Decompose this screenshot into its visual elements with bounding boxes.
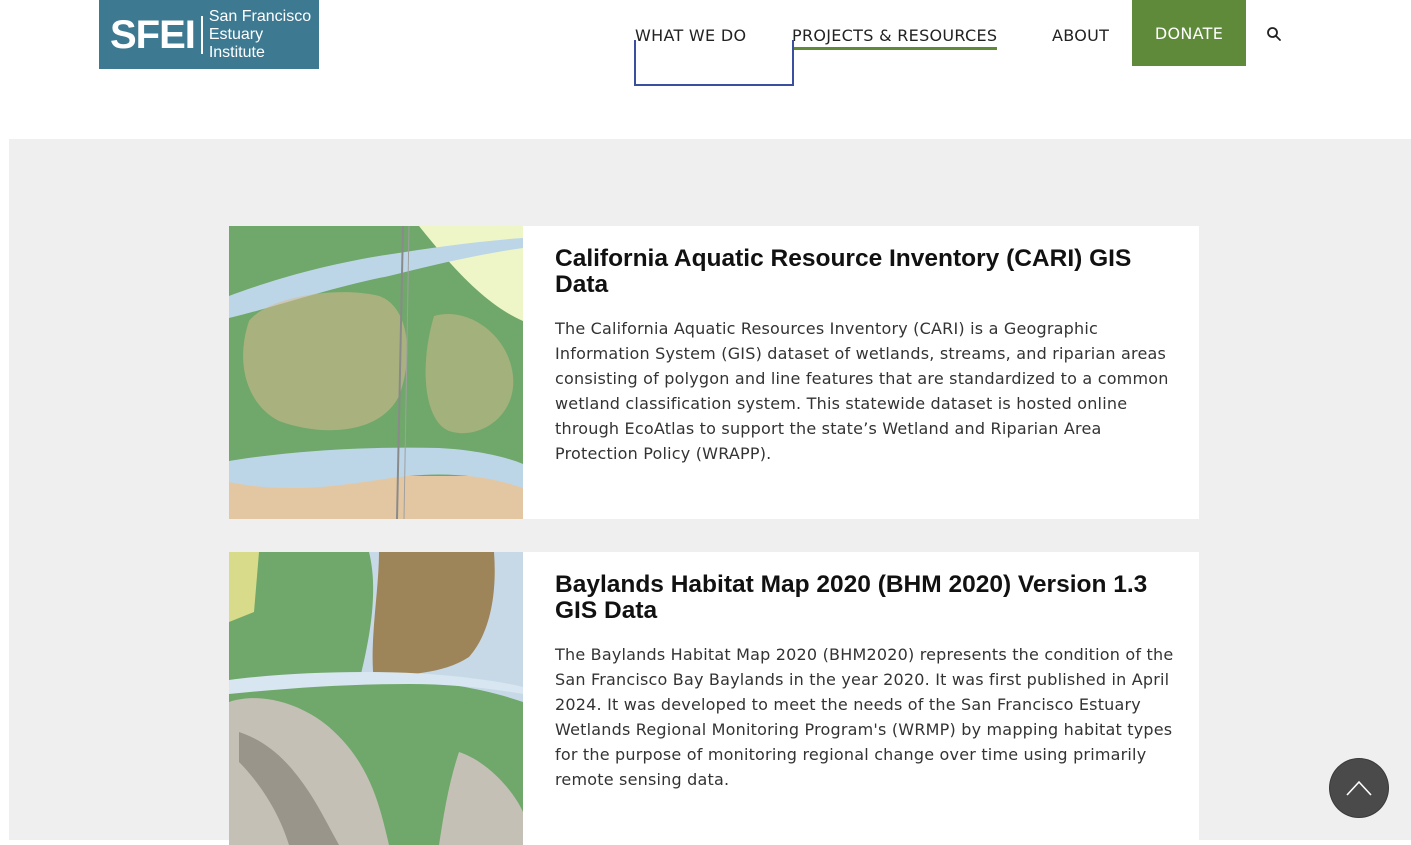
card-title[interactable]: California Aquatic Resource Inventory (C… (555, 246, 1175, 298)
cari-map-thumbnail[interactable] (229, 226, 523, 519)
logo-line-1: San Francisco (208, 7, 312, 25)
resource-list: California Aquatic Resource Inventory (C… (9, 139, 1411, 845)
bhm2020-card-body: Baylands Habitat Map 2020 (BHM 2020) Ver… (555, 572, 1175, 792)
wetland-map-image (229, 226, 523, 519)
site-header: SFEI San Francisco Estuary Institute WHA… (0, 0, 1411, 139)
bhm2020-map-thumbnail[interactable] (229, 552, 523, 845)
sfei-logo[interactable]: SFEI San Francisco Estuary Institute (99, 0, 319, 69)
card-description: The California Aquatic Resources Invento… (555, 319, 1169, 463)
logo-line-2: Estuary Institute (208, 25, 265, 61)
cari-card-body: California Aquatic Resource Inventory (C… (555, 246, 1175, 466)
dropdown-outline-button[interactable] (634, 40, 794, 86)
chevron-up-icon (1346, 780, 1372, 796)
card-description: The Baylands Habitat Map 2020 (BHM2020) … (555, 645, 1174, 789)
back-to-top-button[interactable] (1330, 759, 1388, 817)
search-icon[interactable] (1266, 26, 1282, 42)
nav-about[interactable]: ABOUT (1052, 26, 1109, 45)
logo-divider (200, 15, 203, 54)
donate-button[interactable]: DONATE (1132, 0, 1246, 66)
card-title[interactable]: Baylands Habitat Map 2020 (BHM 2020) Ver… (555, 572, 1175, 624)
habitat-map-image (229, 552, 523, 845)
logo-name: San Francisco Estuary Institute (209, 8, 319, 62)
resource-card-bhm2020[interactable]: Baylands Habitat Map 2020 (BHM 2020) Ver… (229, 552, 1199, 845)
resource-card-cari[interactable]: California Aquatic Resource Inventory (C… (229, 226, 1199, 519)
logo-mark: SFEI (110, 12, 196, 57)
nav-projects-resources[interactable]: PROJECTS & RESOURCES (792, 26, 998, 50)
